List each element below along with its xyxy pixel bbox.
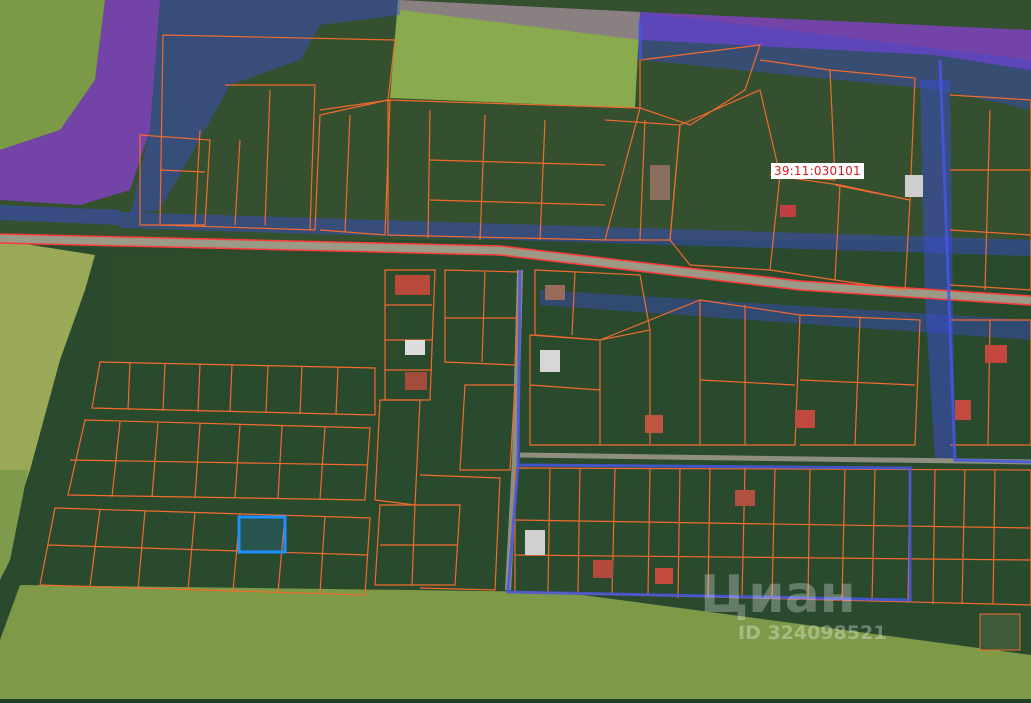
- cadastral-number-label[interactable]: 39:11:030101: [771, 163, 864, 179]
- parcel: [979, 613, 1021, 651]
- map-view[interactable]: 39:11:030101 Циан ID 324098521: [0, 0, 1031, 699]
- meadow-area: [110, 250, 400, 360]
- selected-parcel[interactable]: [237, 515, 287, 554]
- satellite-map-canvas[interactable]: [0, 0, 1031, 699]
